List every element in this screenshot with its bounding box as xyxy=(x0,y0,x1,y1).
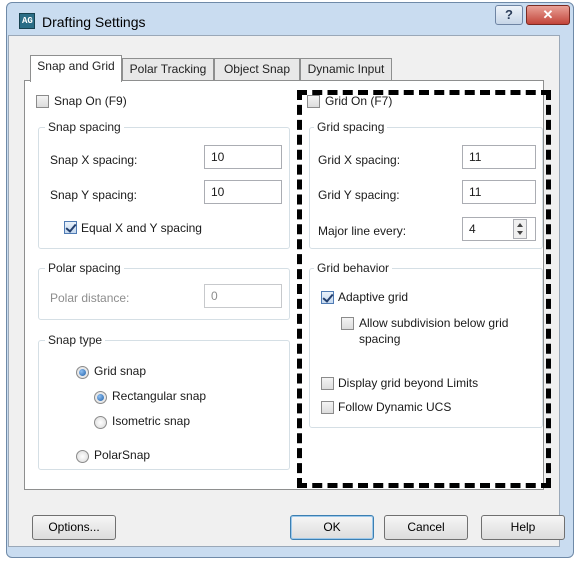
window-title: Drafting Settings xyxy=(42,14,146,30)
grid-y-spacing-label: Grid Y spacing: xyxy=(318,188,400,202)
app-icon-glyph: AG xyxy=(22,16,33,26)
snap-type-group xyxy=(38,340,290,470)
follow-dynamic-ucs-label: Follow Dynamic UCS xyxy=(338,400,452,414)
grid-on-label: Grid On (F7) xyxy=(325,94,393,108)
isometric-snap-radio[interactable] xyxy=(94,416,107,429)
tab-snap-and-grid[interactable]: Snap and Grid xyxy=(30,55,122,82)
polarsnap-radio[interactable] xyxy=(76,450,89,463)
polar-distance-input[interactable]: 0 xyxy=(204,284,282,308)
snap-on-label: Snap On (F9) xyxy=(54,94,127,108)
spin-up-icon[interactable] xyxy=(517,223,523,227)
allow-subdivision-label-line2: spacing xyxy=(359,332,401,346)
help-button[interactable]: Help xyxy=(481,515,565,540)
grid-y-spacing-input[interactable]: 11 xyxy=(462,180,536,204)
tab-dynamic-input[interactable]: Dynamic Input xyxy=(300,58,392,80)
equal-xy-spacing-label: Equal X and Y spacing xyxy=(81,221,202,235)
snap-on-checkbox[interactable] xyxy=(36,95,49,108)
snap-x-spacing-input[interactable]: 10 xyxy=(204,145,282,169)
follow-dynamic-ucs-checkbox[interactable] xyxy=(321,401,334,414)
allow-subdivision-checkbox[interactable] xyxy=(341,317,354,330)
display-beyond-limits-checkbox[interactable] xyxy=(321,377,334,390)
rectangular-snap-radio[interactable] xyxy=(94,391,107,404)
title-bar[interactable]: AG Drafting Settings ? ✕ xyxy=(7,3,573,39)
grid-spacing-title: Grid spacing xyxy=(314,120,388,134)
cancel-button[interactable]: Cancel xyxy=(384,515,468,540)
ok-button[interactable]: OK xyxy=(290,515,374,540)
tab-polar-tracking[interactable]: Polar Tracking xyxy=(122,58,214,80)
display-beyond-limits-label: Display grid beyond Limits xyxy=(338,376,479,390)
snap-x-spacing-label: Snap X spacing: xyxy=(50,153,138,167)
options-button[interactable]: Options... xyxy=(32,515,116,540)
major-line-spinner[interactable] xyxy=(513,219,527,239)
grid-x-spacing-input[interactable]: 11 xyxy=(462,145,536,169)
app-icon: AG xyxy=(19,13,35,29)
grid-snap-radio[interactable] xyxy=(76,366,89,379)
grid-on-checkbox[interactable] xyxy=(307,95,320,108)
isometric-snap-label: Isometric snap xyxy=(112,414,191,428)
grid-x-spacing-label: Grid X spacing: xyxy=(318,153,401,167)
grid-snap-label: Grid snap xyxy=(94,364,147,378)
adaptive-grid-label: Adaptive grid xyxy=(338,290,409,304)
allow-subdivision-label-line1: Allow subdivision below grid xyxy=(359,316,509,330)
rectangular-snap-label: Rectangular snap xyxy=(112,389,207,403)
close-icon[interactable]: ✕ xyxy=(526,5,570,25)
equal-xy-spacing-checkbox[interactable] xyxy=(64,221,77,234)
major-line-every-label: Major line every: xyxy=(318,224,407,238)
polarsnap-label: PolarSnap xyxy=(94,448,151,462)
snap-type-title: Snap type xyxy=(45,333,106,347)
snap-spacing-title: Snap spacing xyxy=(45,120,124,134)
spin-down-icon[interactable] xyxy=(517,231,523,235)
help-icon[interactable]: ? xyxy=(495,5,523,25)
tab-object-snap[interactable]: Object Snap xyxy=(214,58,300,80)
polar-spacing-title: Polar spacing xyxy=(45,261,124,275)
snap-y-spacing-input[interactable]: 10 xyxy=(204,180,282,204)
snap-y-spacing-label: Snap Y spacing: xyxy=(50,188,137,202)
adaptive-grid-checkbox[interactable] xyxy=(321,291,334,304)
grid-behavior-title: Grid behavior xyxy=(314,261,393,275)
polar-distance-label: Polar distance: xyxy=(50,291,130,305)
